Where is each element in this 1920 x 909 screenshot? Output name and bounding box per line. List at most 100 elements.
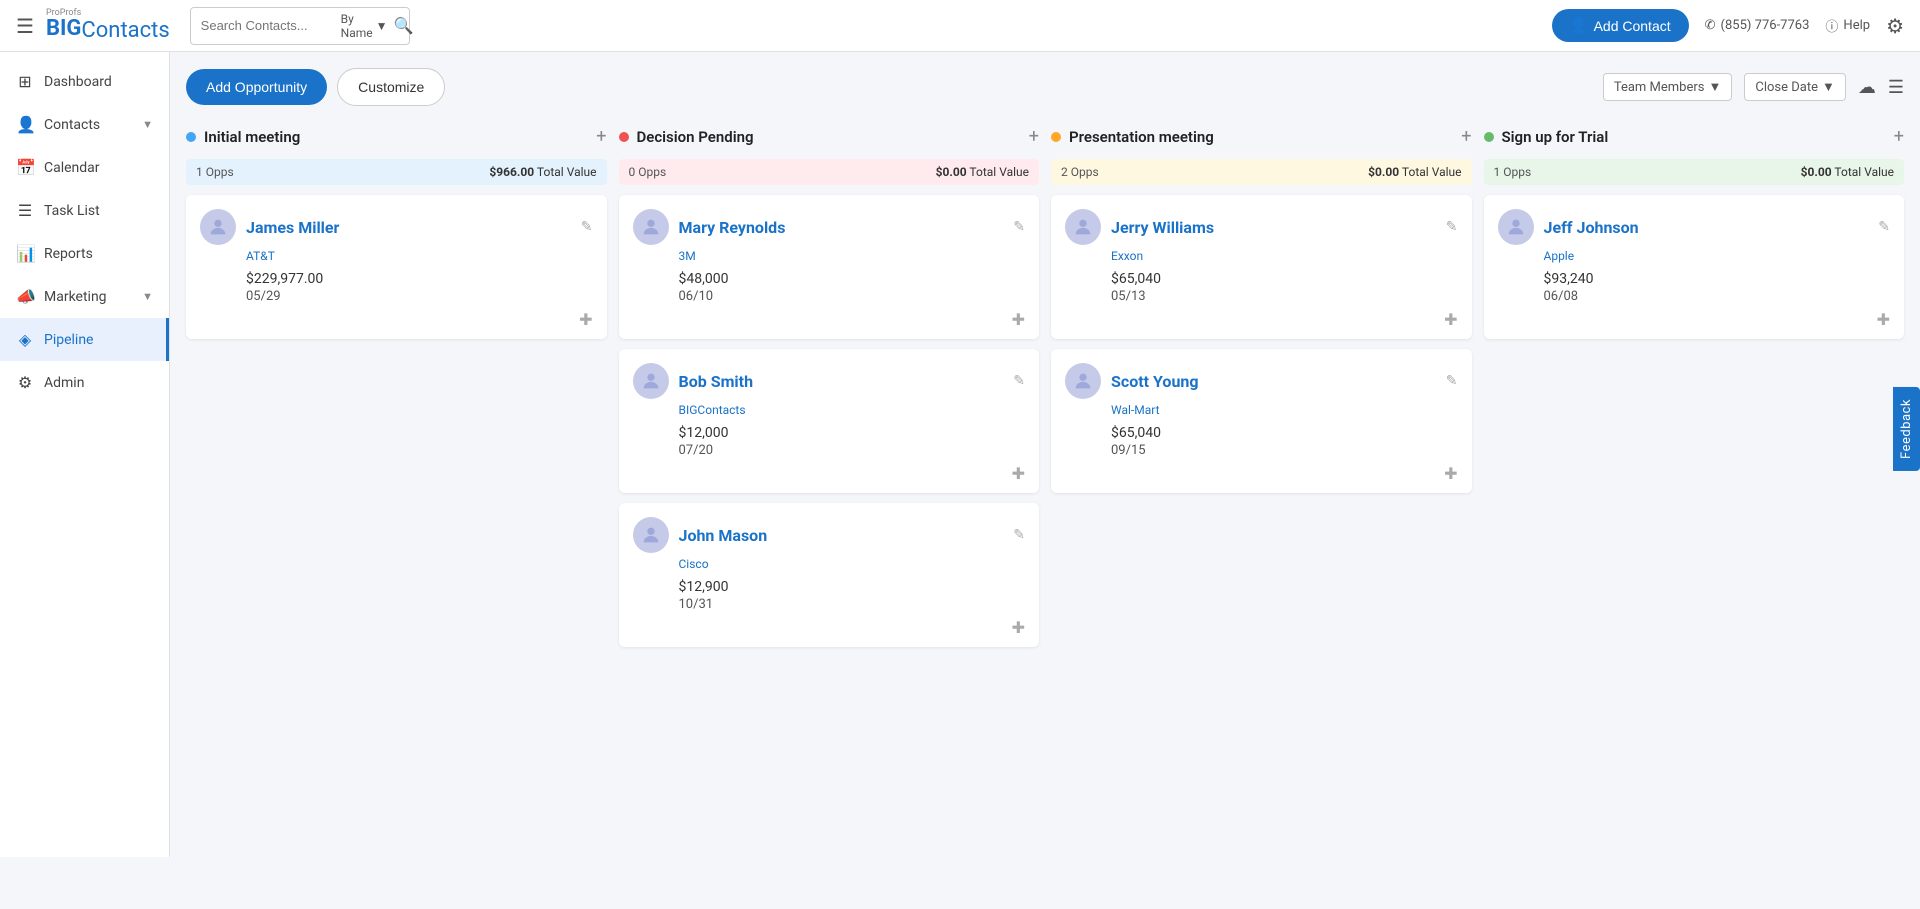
edit-icon[interactable]: ✎ <box>1013 219 1025 235</box>
column-dot <box>1484 132 1494 142</box>
card-company: 3M <box>679 249 1026 263</box>
column-header: Presentation meeting + <box>1051 122 1472 151</box>
sidebar: ⊞ Dashboard 👤 Contacts ▼ 📅 Calendar ☰ Ta… <box>0 52 170 857</box>
card-amount: $65,040 <box>1111 271 1458 287</box>
move-icon[interactable]: ✚ <box>1012 618 1025 637</box>
card-date: 06/10 <box>679 289 1026 304</box>
edit-icon[interactable]: ✎ <box>1878 219 1890 235</box>
column-dot <box>186 132 196 142</box>
card-date: 09/15 <box>1111 443 1458 458</box>
add-opportunity-button[interactable]: Add Opportunity <box>186 69 327 105</box>
avatar <box>1498 209 1534 245</box>
column-header: Initial meeting + <box>186 122 607 151</box>
column-add-icon[interactable]: + <box>596 126 606 147</box>
dashboard-icon: ⊞ <box>16 72 34 91</box>
opportunity-card: Scott Young ✎ Wal-Mart $65,040 09/15 ✚ <box>1051 349 1472 493</box>
opps-count: 1 Opps <box>1494 165 1532 179</box>
sidebar-item-label: Calendar <box>44 160 153 176</box>
menu-icon[interactable]: ☰ <box>16 14 34 38</box>
card-footer: ✚ <box>633 310 1026 329</box>
logo-big: BIG <box>46 18 81 43</box>
move-icon[interactable]: ✚ <box>1444 464 1457 483</box>
card-contact-name[interactable]: Jerry Williams <box>1111 218 1446 237</box>
sidebar-item-calendar[interactable]: 📅 Calendar <box>0 146 169 189</box>
card-contact-name[interactable]: John Mason <box>679 526 1014 545</box>
feedback-tab[interactable]: Feedback <box>1893 387 1920 471</box>
search-by-dropdown[interactable]: By Name ▼ <box>341 12 388 40</box>
search-bar[interactable]: By Name ▼ 🔍 <box>190 7 410 45</box>
card-contact-name[interactable]: Jeff Johnson <box>1544 218 1879 237</box>
main-content: Add Opportunity Customize Team Members ▼… <box>170 52 1920 857</box>
help-icon: ⓘ <box>1825 16 1838 35</box>
column-add-icon[interactable]: + <box>1894 126 1904 147</box>
sidebar-item-reports[interactable]: 📊 Reports <box>0 232 169 275</box>
chevron-icon: ▼ <box>142 290 153 303</box>
card-company: AT&T <box>246 249 593 263</box>
card-amount: $12,000 <box>679 425 1026 441</box>
list-view-icon[interactable]: ☰ <box>1888 77 1904 98</box>
add-contact-button[interactable]: 👤 Add Contact <box>1552 9 1689 42</box>
opps-count: 0 Opps <box>629 165 667 179</box>
edit-icon[interactable]: ✎ <box>581 219 593 235</box>
sidebar-item-task-list[interactable]: ☰ Task List <box>0 189 169 232</box>
card-amount: $12,900 <box>679 579 1026 595</box>
sidebar-item-dashboard[interactable]: ⊞ Dashboard <box>0 60 169 103</box>
column-title: Decision Pending <box>637 128 1029 146</box>
column-dot <box>1051 132 1061 142</box>
calendar-icon: 📅 <box>16 158 34 177</box>
phone-nav[interactable]: ✆ (855) 776-7763 <box>1705 18 1810 33</box>
column-dot <box>619 132 629 142</box>
card-footer: ✚ <box>633 618 1026 637</box>
chevron-down-icon: ▼ <box>1708 79 1721 95</box>
card-footer: ✚ <box>1065 310 1458 329</box>
reports-icon: 📊 <box>16 244 34 263</box>
phone-icon: ✆ <box>1705 18 1716 33</box>
total-value: $0.00 Total Value <box>936 165 1029 179</box>
search-input[interactable] <box>201 18 341 33</box>
edit-icon[interactable]: ✎ <box>1446 219 1458 235</box>
top-navigation: ☰ ProProfs BIG Contacts By Name ▼ 🔍 👤 Ad… <box>0 0 1920 52</box>
sidebar-item-admin[interactable]: ⚙ Admin <box>0 361 169 404</box>
card-header: Jerry Williams ✎ <box>1065 209 1458 245</box>
task-list-icon: ☰ <box>16 201 34 220</box>
move-icon[interactable]: ✚ <box>1877 310 1890 329</box>
customize-button[interactable]: Customize <box>337 68 445 106</box>
card-company: Wal-Mart <box>1111 403 1458 417</box>
avatar <box>1065 363 1101 399</box>
sidebar-item-contacts[interactable]: 👤 Contacts ▼ <box>0 103 169 146</box>
move-icon[interactable]: ✚ <box>1012 464 1025 483</box>
card-amount: $93,240 <box>1544 271 1891 287</box>
card-contact-name[interactable]: Scott Young <box>1111 372 1446 391</box>
search-icon[interactable]: 🔍 <box>394 16 414 35</box>
card-company: Cisco <box>679 557 1026 571</box>
team-members-filter[interactable]: Team Members ▼ <box>1603 73 1733 101</box>
avatar <box>633 517 669 553</box>
column-stats: 2 Opps $0.00 Total Value <box>1051 159 1472 185</box>
column-decision-pending: Decision Pending + 0 Opps $0.00 Total Va… <box>619 122 1040 657</box>
card-contact-name[interactable]: Bob Smith <box>679 372 1014 391</box>
admin-icon: ⚙ <box>16 373 34 392</box>
column-add-icon[interactable]: + <box>1461 126 1471 147</box>
edit-icon[interactable]: ✎ <box>1446 373 1458 389</box>
move-icon[interactable]: ✚ <box>1444 310 1457 329</box>
card-contact-name[interactable]: Mary Reynolds <box>679 218 1014 237</box>
sidebar-item-label: Reports <box>44 246 153 262</box>
sidebar-item-marketing[interactable]: 📣 Marketing ▼ <box>0 275 169 318</box>
column-add-icon[interactable]: + <box>1029 126 1039 147</box>
cloud-upload-icon[interactable]: ☁ <box>1858 77 1876 98</box>
sidebar-item-pipeline[interactable]: ◈ Pipeline <box>0 318 169 361</box>
card-contact-name[interactable]: James Miller <box>246 218 581 237</box>
card-date: 06/08 <box>1544 289 1891 304</box>
settings-icon[interactable]: ⚙ <box>1886 14 1904 38</box>
move-icon[interactable]: ✚ <box>1012 310 1025 329</box>
help-nav[interactable]: ⓘ Help <box>1825 16 1870 35</box>
close-date-filter[interactable]: Close Date ▼ <box>1744 73 1846 101</box>
move-icon[interactable]: ✚ <box>579 310 592 329</box>
edit-icon[interactable]: ✎ <box>1013 373 1025 389</box>
opportunity-card: Jerry Williams ✎ Exxon $65,040 05/13 ✚ <box>1051 195 1472 339</box>
total-value: $0.00 Total Value <box>1801 165 1894 179</box>
card-header: James Miller ✎ <box>200 209 593 245</box>
opps-count: 2 Opps <box>1061 165 1099 179</box>
card-amount: $65,040 <box>1111 425 1458 441</box>
edit-icon[interactable]: ✎ <box>1013 527 1025 543</box>
